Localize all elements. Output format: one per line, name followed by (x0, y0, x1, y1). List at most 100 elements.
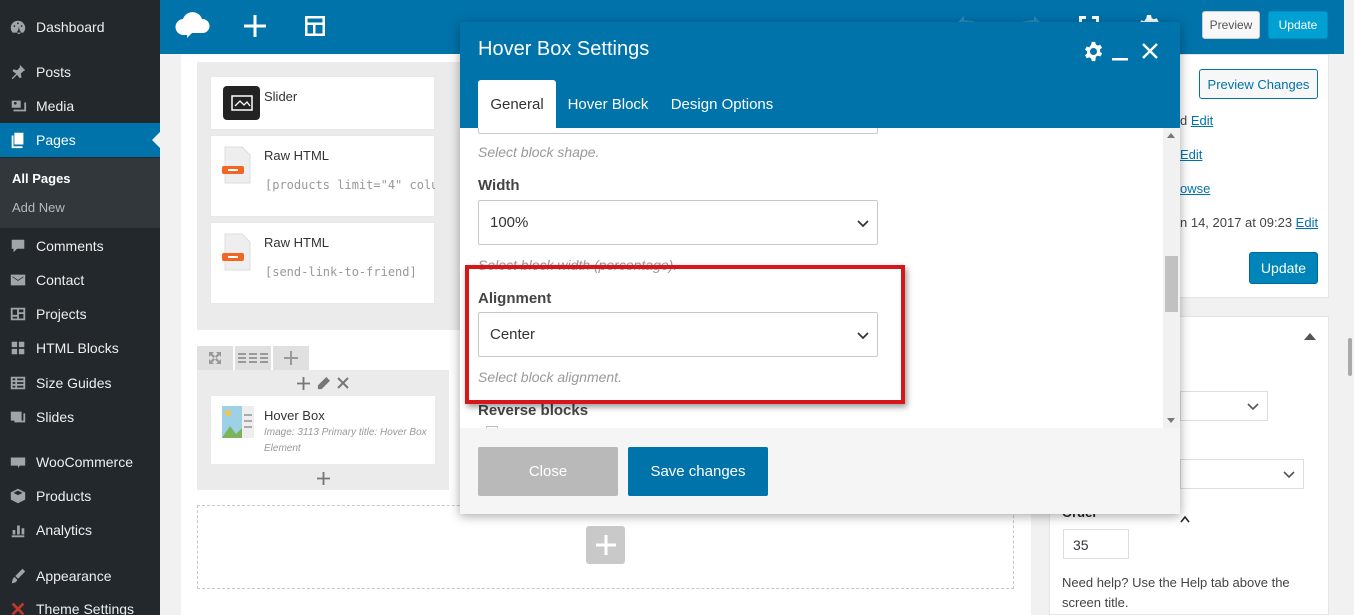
slides-icon (8, 407, 28, 427)
mail-icon (8, 270, 28, 290)
sidebar-item-label: Projects (36, 306, 87, 322)
sidebar-item-comments[interactable]: Comments (0, 229, 160, 263)
media-icon (8, 96, 28, 116)
grid-icon (8, 338, 28, 358)
help-text: screen title. (1062, 595, 1129, 610)
parent-select[interactable] (1180, 391, 1268, 421)
raw-html-icon (222, 146, 252, 184)
dialog-header: Hover Box Settings General Hover Block D… (460, 22, 1180, 128)
dialog-footer: Close Save changes (460, 428, 1180, 514)
sidebar-item-label: Appearance (36, 568, 112, 584)
alignment-highlight-box (465, 265, 905, 404)
scroll-down-icon[interactable] (1167, 418, 1175, 423)
sidebar-item-projects[interactable]: Projects (0, 297, 160, 331)
page-scrollbar[interactable] (1344, 0, 1354, 615)
sidebar-item-label: Products (36, 488, 92, 504)
add-icon[interactable] (316, 471, 330, 485)
sidebar-item-label: Theme Settings (36, 601, 135, 615)
sidebar-item-label: Comments (36, 238, 104, 254)
collapse-arrow-icon[interactable] (1304, 328, 1316, 343)
width-select[interactable]: 100% (478, 200, 878, 245)
cloud-logo-icon[interactable] (174, 10, 212, 42)
sidebar-item-theme-settings[interactable]: Theme Settings (0, 592, 160, 615)
sidebar-item-woocommerce[interactable]: WooCommerce (0, 445, 160, 479)
sidebar-item-dashboard[interactable]: Dashboard (0, 10, 160, 44)
browse-revisions-link[interactable]: owse (1180, 181, 1210, 196)
submenu-add-new[interactable]: Add New (12, 200, 65, 215)
scroll-up-icon[interactable] (1167, 133, 1175, 138)
status-tail: d (1180, 113, 1188, 128)
sidebar-item-contact[interactable]: Contact (0, 263, 160, 297)
minimize-icon[interactable] (1111, 40, 1129, 62)
sidebar-item-label: Contact (36, 272, 85, 288)
save-changes-button[interactable]: Save changes (628, 447, 768, 496)
tab-general[interactable]: General (478, 80, 556, 128)
image-thumbnail-icon (222, 406, 254, 438)
sidebar-item-html-blocks[interactable]: HTML Blocks (0, 331, 160, 365)
pages-submenu: All Pages Add New (0, 158, 160, 228)
sidebar-item-label: Dashboard (36, 19, 105, 35)
edit-status-link[interactable]: Edit (1191, 113, 1213, 128)
preview-changes-button[interactable]: Preview Changes (1199, 69, 1318, 99)
sidebar-item-media[interactable]: Media (0, 89, 160, 123)
template-select[interactable] (1180, 459, 1304, 489)
tab-hover-block[interactable]: Hover Block (560, 80, 656, 128)
preview-button[interactable]: Preview (1202, 11, 1260, 39)
chevron-down-icon (857, 220, 869, 228)
update-post-button[interactable]: Update (1249, 252, 1318, 284)
row-move-icon[interactable] (197, 346, 233, 370)
tab-design-options[interactable]: Design Options (664, 80, 780, 128)
row-layout-icon[interactable] (235, 346, 271, 370)
table-icon (8, 373, 28, 393)
theme-icon (8, 599, 28, 615)
submenu-all-pages[interactable]: All Pages (12, 171, 71, 186)
row-add-icon[interactable] (273, 346, 309, 370)
add-element-icon[interactable] (242, 10, 268, 42)
sidebar-item-products[interactable]: Products (0, 479, 160, 513)
sidebar-item-label: Media (36, 98, 75, 114)
close-icon[interactable] (336, 376, 350, 390)
raw-html-title: Raw HTML (264, 235, 330, 250)
shape-select[interactable] (478, 128, 878, 134)
hover-box-title: Hover Box (264, 408, 325, 423)
add-block-button[interactable] (586, 526, 625, 564)
sidebar-item-analytics[interactable]: Analytics (0, 513, 160, 547)
sidebar-item-label: WooCommerce (36, 454, 133, 470)
sidebar-item-size-guides[interactable]: Size Guides (0, 366, 160, 400)
order-input[interactable]: 35 (1063, 529, 1129, 559)
sidebar-item-posts[interactable]: Posts (0, 55, 160, 89)
sidebar-item-pages[interactable]: Pages (0, 123, 160, 157)
sidebar-item-appearance[interactable]: Appearance (0, 559, 160, 593)
brush-icon (8, 566, 28, 586)
slider-icon (223, 86, 260, 120)
pencil-icon[interactable] (316, 376, 330, 390)
gear-icon[interactable] (1082, 40, 1104, 62)
sort-arrow-icon (1180, 511, 1190, 526)
sidebar-item-label: Posts (36, 64, 72, 80)
sidebar-item-label: Slides (36, 409, 75, 425)
dialog-scrollbar[interactable] (1163, 128, 1180, 428)
publish-date-text: n 14, 2017 at 09:23 Edit (1180, 215, 1319, 230)
templates-icon[interactable] (302, 10, 328, 42)
sidebar-item-label: HTML Blocks (36, 340, 119, 356)
slider-title: Slider (264, 89, 298, 104)
edit-visibility-link[interactable]: Edit (1180, 147, 1202, 162)
edit-date-link[interactable]: Edit (1296, 215, 1318, 230)
chart-icon (8, 520, 28, 540)
comment-icon (8, 236, 28, 256)
width-value: 100% (490, 214, 529, 231)
scroll-thumb[interactable] (1165, 256, 1178, 312)
update-button[interactable]: Update (1268, 11, 1328, 39)
close-icon[interactable] (1139, 40, 1161, 62)
raw-html-code: [send-link-to-friend] (265, 265, 417, 279)
close-button[interactable]: Close (478, 447, 618, 496)
box-icon (8, 486, 28, 506)
add-icon[interactable] (296, 376, 310, 390)
sidebar-item-label: Pages (36, 132, 76, 148)
sidebar-item-label: Size Guides (36, 375, 112, 391)
reverse-blocks-label: Reverse blocks (478, 402, 589, 419)
raw-html-code: [products limit="4" colur (265, 178, 435, 192)
dialog-title: Hover Box Settings (478, 38, 650, 60)
sidebar-item-slides[interactable]: Slides (0, 400, 160, 434)
raw-html-icon (222, 233, 252, 271)
